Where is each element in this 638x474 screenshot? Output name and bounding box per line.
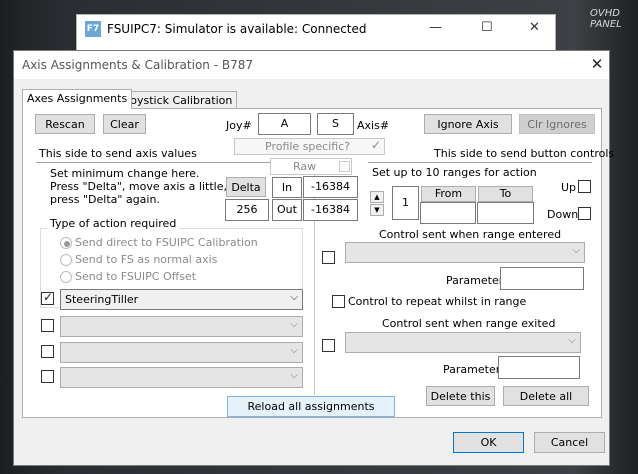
clear-button[interactable]: Clear (103, 114, 146, 134)
up-checkbox[interactable] (578, 180, 591, 193)
assignment-2-checkbox[interactable] (41, 319, 54, 332)
chevron-down-icon: ⌵ (290, 370, 298, 381)
up-label: Up (561, 181, 577, 194)
radio-send-offset[interactable] (60, 271, 72, 283)
range-exited-select[interactable]: ⌵ (345, 332, 581, 353)
reload-assignments-button[interactable]: Reload all assignments (227, 396, 395, 417)
out-label: Out (272, 199, 302, 221)
rescan-button[interactable]: Rescan (35, 114, 95, 134)
ok-button[interactable]: OK (453, 432, 524, 453)
parameter-field[interactable] (500, 267, 584, 290)
from-field[interactable] (420, 202, 476, 224)
maximize-icon[interactable]: ☐ (481, 20, 493, 35)
minimize-icon[interactable]: — (429, 20, 442, 35)
range-number-field[interactable]: 1 (392, 186, 419, 220)
app-logo-icon: F7 (85, 21, 101, 37)
assignment-2-select[interactable]: ⌵ (60, 316, 303, 337)
chevron-down-icon: ⌵ (290, 292, 298, 303)
down-label: Down (547, 208, 579, 221)
left-separator (36, 162, 302, 163)
ignore-axis-button[interactable]: Ignore Axis (424, 114, 512, 134)
in-value-field: -16384 (303, 176, 358, 198)
radio-send-offset-label: Send to FSUIPC Offset (75, 270, 197, 283)
assignment-1-checkbox[interactable] (41, 290, 54, 305)
range-exited-checkbox[interactable] (322, 339, 335, 352)
chevron-down-icon: ⌵ (290, 345, 298, 356)
raw-toggle[interactable]: Raw (270, 158, 352, 175)
tab-axes-assignments[interactable]: Axes Assignments (22, 89, 133, 109)
radio-send-direct[interactable] (60, 237, 72, 249)
chevron-down-icon: ⌵ (572, 245, 580, 256)
radio-send-direct-label: Send direct to FSUIPC Calibration (75, 236, 258, 249)
parameter-label: Parameter (446, 274, 504, 287)
parameter-field-2[interactable] (498, 356, 580, 379)
radio-send-normal-axis-label: Send to FS as normal axis (75, 253, 218, 266)
dialog-titlebar: Axis Assignments & Calibration - B787 (14, 51, 609, 79)
assignment-3-checkbox[interactable] (41, 345, 54, 358)
repeat-label: Control to repeat whilst in range (348, 295, 527, 308)
axis-assignment-dialog: Axis Assignments & Calibration - B787 ✕ … (13, 50, 614, 466)
profile-specific-label: Profile specific? (265, 140, 351, 153)
delete-this-button[interactable]: Delete this (426, 386, 495, 406)
axis-number-field[interactable]: S (317, 113, 354, 135)
delta-instructions: Set minimum change here. Press "Delta", … (50, 167, 227, 206)
chevron-down-icon: ⌵ (568, 335, 576, 346)
to-button[interactable]: To (478, 186, 533, 202)
joy-label: Joy# (226, 119, 252, 132)
joy-number-field[interactable]: A (258, 113, 311, 135)
assignment-4-select[interactable]: ⌵ (60, 367, 303, 388)
dialog-title: Axis Assignments & Calibration - B787 (22, 58, 253, 72)
range-entered-checkbox[interactable] (322, 251, 335, 264)
raw-label: Raw (293, 160, 317, 173)
ranges-title: Set up to 10 ranges for action (372, 166, 537, 179)
right-separator (368, 162, 592, 163)
range-down-spin-icon[interactable]: ▼ (370, 204, 384, 216)
profile-specific-checkbox[interactable]: Profile specific? ✓ (234, 138, 385, 155)
range-entered-select[interactable]: ⌵ (345, 242, 585, 263)
cancel-button[interactable]: Cancel (534, 432, 605, 453)
tab-joystick-calibration[interactable]: Joystick Calibration (122, 91, 238, 108)
range-entered-title: Control sent when range entered (379, 228, 562, 241)
background-overlay-text: OVHD PANEL (590, 8, 622, 30)
down-checkbox[interactable] (578, 207, 591, 220)
assignment-3-select[interactable]: ⌵ (60, 342, 303, 363)
close-icon[interactable]: ✕ (529, 20, 540, 35)
delete-all-button[interactable]: Delete all (503, 386, 589, 406)
range-up-spin-icon[interactable]: ▲ (370, 191, 384, 203)
assignment-4-checkbox[interactable] (41, 370, 54, 383)
parameter-label-2: Parameter (443, 363, 501, 376)
in-label: In (272, 177, 302, 198)
radio-send-normal-axis[interactable] (60, 254, 72, 266)
from-button[interactable]: From (421, 186, 476, 202)
assignment-1-select[interactable]: SteeringTiller ⌵ (60, 289, 303, 310)
action-type-group-title: Type of action required (47, 217, 180, 230)
to-field[interactable] (477, 202, 534, 224)
chevron-down-icon: ⌵ (290, 319, 298, 330)
background-window-title: FSUIPC7: Simulator is available: Connect… (107, 22, 367, 36)
delta-button[interactable]: Delta (226, 177, 266, 197)
profile-specific-check-icon: ✓ (371, 138, 382, 152)
delta-value-field[interactable]: 256 (225, 199, 269, 221)
axis-label: Axis# (357, 119, 390, 132)
range-exited-title: Control sent when range exited (382, 317, 556, 330)
raw-checkbox[interactable] (339, 161, 350, 172)
dialog-close-icon[interactable]: ✕ (588, 55, 606, 73)
repeat-checkbox[interactable] (332, 295, 345, 308)
clr-ignores-button[interactable]: Clr Ignores (519, 114, 595, 134)
out-value-field: -16384 (303, 199, 358, 221)
assignment-1-value: SteeringTiller (65, 293, 139, 306)
left-side-title: This side to send axis values (39, 147, 197, 160)
right-side-title: This side to send button controls (434, 147, 615, 160)
